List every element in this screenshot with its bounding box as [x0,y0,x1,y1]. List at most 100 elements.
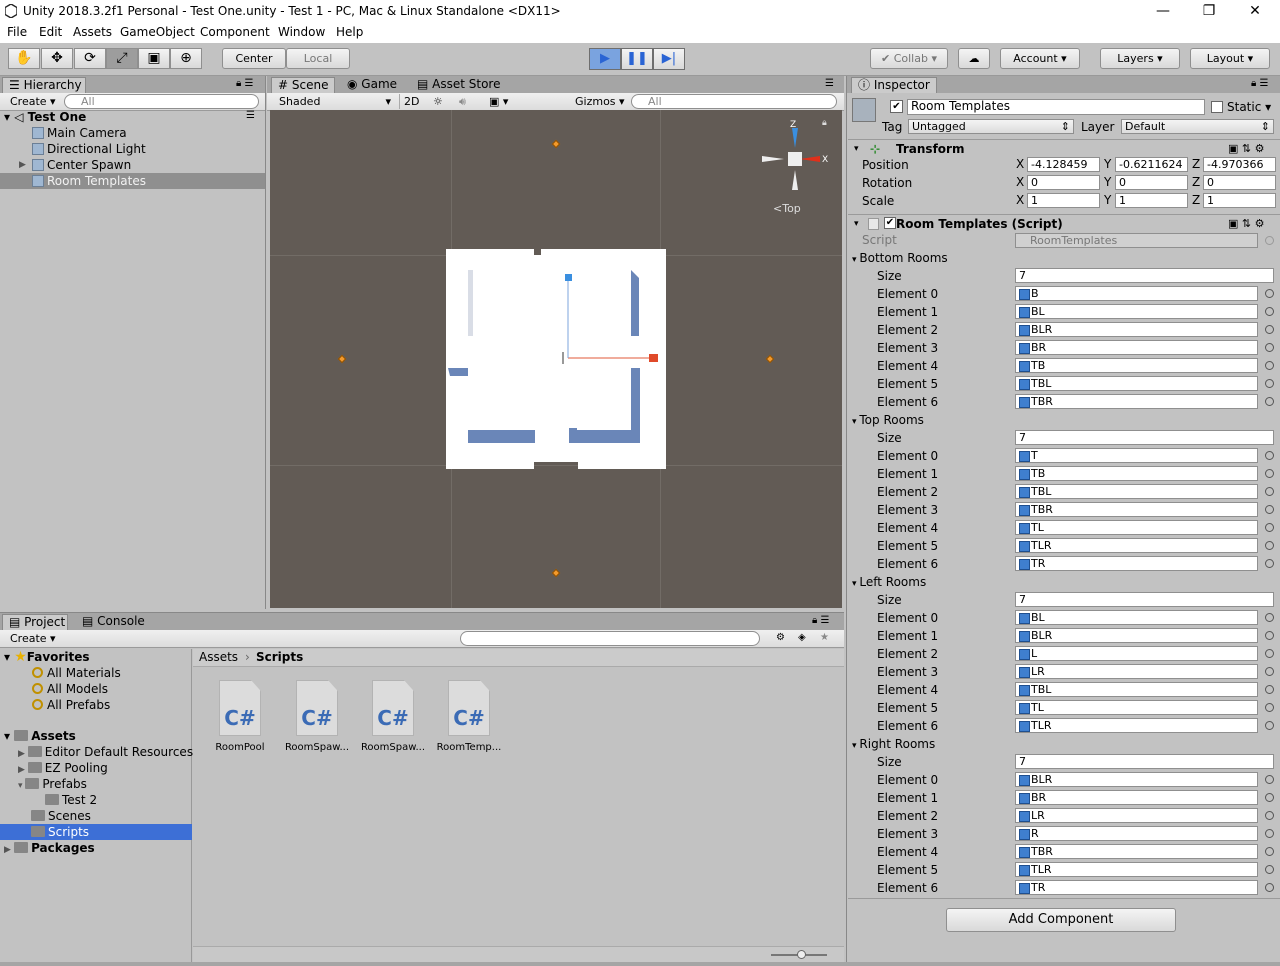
favorite-star-icon[interactable]: ★ [820,632,829,643]
account-dropdown[interactable]: Account ▾ [1000,48,1080,69]
menu-assets[interactable]: Assets [73,25,112,39]
object-picker-icon[interactable] [1265,829,1274,838]
prefab-reference-field[interactable]: TR [1015,880,1258,895]
folder-prefabs[interactable]: ▾ Prefabs [18,776,87,792]
script-file-roomspawner-2[interactable]: C# RoomSpaw... [356,680,430,753]
layers-dropdown[interactable]: Layers ▾ [1100,48,1180,69]
position-x-field[interactable]: -4.128459 [1027,157,1100,172]
spawn-point-marker[interactable] [765,354,775,364]
position-z-field[interactable]: -4.970366 [1203,157,1276,172]
maximize-button[interactable]: ❐ [1186,0,1232,23]
prefab-reference-field[interactable]: BLR [1015,628,1258,643]
rotate-tool-icon[interactable]: ⟳ [74,48,106,69]
script-file-roomtemplates[interactable]: C# RoomTemp... [432,680,506,753]
packages-root-item[interactable]: ▶ Packages [4,840,95,856]
position-y-field[interactable]: -0.6211624 [1115,157,1188,172]
size-field[interactable]: 7 [1015,592,1274,607]
pause-button[interactable]: ❚❚ [621,48,653,70]
gizmo-lock-icon[interactable]: 🔒︎ [822,118,827,128]
axis-label-z[interactable]: Z [1192,193,1200,208]
prefab-reference-field[interactable]: LR [1015,808,1258,823]
array-foldout-right-rooms[interactable]: ▾ Right Rooms [852,735,935,753]
room-geometry[interactable] [445,248,667,472]
panel-lock-icon[interactable]: 🔒︎ ☰ [236,78,253,89]
object-picker-icon[interactable] [1265,451,1274,460]
prefab-reference-field[interactable]: TBL [1015,484,1258,499]
menu-edit[interactable]: Edit [39,25,62,39]
static-checkbox[interactable] [1211,101,1223,113]
rotation-x-field[interactable]: 0 [1027,175,1100,190]
object-picker-icon[interactable] [1265,775,1274,784]
effects-dropdown-icon[interactable]: ▣ ▾ [485,94,508,109]
prefab-reference-field[interactable]: TLR [1015,538,1258,553]
prefab-reference-field[interactable]: T [1015,448,1258,463]
play-button[interactable]: ▶ [589,48,621,70]
collab-button[interactable]: ✔ Collab ▾ [870,48,948,69]
menu-help[interactable]: Help [336,25,363,39]
script-file-roomspawner-1[interactable]: C# RoomSpaw... [280,680,354,753]
tab-hierarchy[interactable]: ☰ Hierarchy [2,77,86,93]
axis-label-z[interactable]: Z [1192,157,1200,172]
prefab-reference-field[interactable]: TBR [1015,394,1258,409]
prefab-reference-field[interactable]: BR [1015,340,1258,355]
prefab-reference-field[interactable]: R [1015,826,1258,841]
object-picker-icon[interactable] [1265,379,1274,388]
spawn-point-marker[interactable] [551,139,561,149]
breadcrumb-scripts[interactable]: Scripts [256,650,303,664]
size-field[interactable]: 7 [1015,268,1274,283]
tab-console[interactable]: ▤ Console [76,614,151,630]
hand-tool-icon[interactable]: ✋ [8,48,40,69]
prefab-reference-field[interactable]: B [1015,286,1258,301]
size-field[interactable]: 7 [1015,430,1274,445]
prefab-reference-field[interactable]: LR [1015,664,1258,679]
filter-label-icon[interactable]: ◈ [798,632,806,643]
transform-header[interactable]: ▾ ⊹ Transform ▣ ⇅ ⚙ [848,139,1280,157]
tab-scene[interactable]: # Scene [271,77,335,93]
object-picker-icon[interactable] [1265,613,1274,622]
folder-test-2[interactable]: Test 2 [45,792,97,808]
rotation-z-field[interactable]: 0 [1203,175,1276,190]
axis-label-y[interactable]: Y [1104,175,1111,190]
project-create-dropdown[interactable]: Create ▾ [6,631,56,646]
component-menu-icons[interactable]: ▣ ⇅ ⚙ [1228,140,1264,158]
hierarchy-item-directional-light[interactable]: Directional Light [32,141,146,157]
folder-editor-default-resources[interactable]: ▶ Editor Default Resources [18,744,193,760]
inspector-lock-icon[interactable]: 🔒︎ ☰ [1251,78,1268,89]
object-picker-icon[interactable] [1265,325,1274,334]
object-picker-icon[interactable] [1265,811,1274,820]
gizmos-dropdown[interactable]: Gizmos ▾ [571,94,625,109]
add-component-button[interactable]: Add Component [946,908,1176,932]
audio-toggle-icon[interactable]: 🔊︎ [455,94,466,109]
script-component-header[interactable]: ▾ ✔ Room Templates (Script) ▣ ⇅ ⚙ [848,214,1280,232]
scale-x-field[interactable]: 1 [1027,193,1100,208]
object-picker-icon[interactable] [1265,505,1274,514]
hierarchy-item-center-spawn[interactable]: Center Spawn [32,157,131,173]
menu-window[interactable]: Window [278,25,325,39]
rotation-y-field[interactable]: 0 [1115,175,1188,190]
project-search-input[interactable] [460,631,760,646]
array-foldout-top-rooms[interactable]: ▾ Top Rooms [852,411,924,429]
favorite-all-prefabs[interactable]: All Prefabs [32,697,110,713]
object-picker-icon[interactable] [1265,361,1274,370]
tab-inspector[interactable]: ⓘ Inspector [851,77,937,93]
prefab-reference-field[interactable]: TBR [1015,844,1258,859]
script-enabled-checkbox[interactable]: ✔ [884,217,896,229]
object-picker-icon[interactable] [1265,865,1274,874]
object-picker-icon[interactable] [1265,721,1274,730]
prefab-reference-field[interactable]: TBL [1015,376,1258,391]
prefab-reference-field[interactable]: TB [1015,466,1258,481]
object-picker-icon[interactable] [1265,307,1274,316]
object-picker-icon[interactable] [1265,289,1274,298]
prefab-reference-field[interactable]: TL [1015,520,1258,535]
scale-y-field[interactable]: 1 [1115,193,1188,208]
layer-dropdown[interactable]: Default ⇕ [1121,119,1274,134]
lighting-toggle-icon[interactable]: ☼ [429,94,443,109]
prefab-reference-field[interactable]: BL [1015,610,1258,625]
menu-gameobject[interactable]: GameObject [120,25,195,39]
axis-label-y[interactable]: Y [1104,193,1111,208]
hierarchy-create-dropdown[interactable]: Create ▾ [6,94,56,109]
cloud-icon[interactable]: ☁ [958,48,990,69]
shading-dropdown[interactable]: Shaded ▾ [275,94,393,109]
menu-component[interactable]: Component [200,25,270,39]
object-picker-icon[interactable] [1265,883,1274,892]
